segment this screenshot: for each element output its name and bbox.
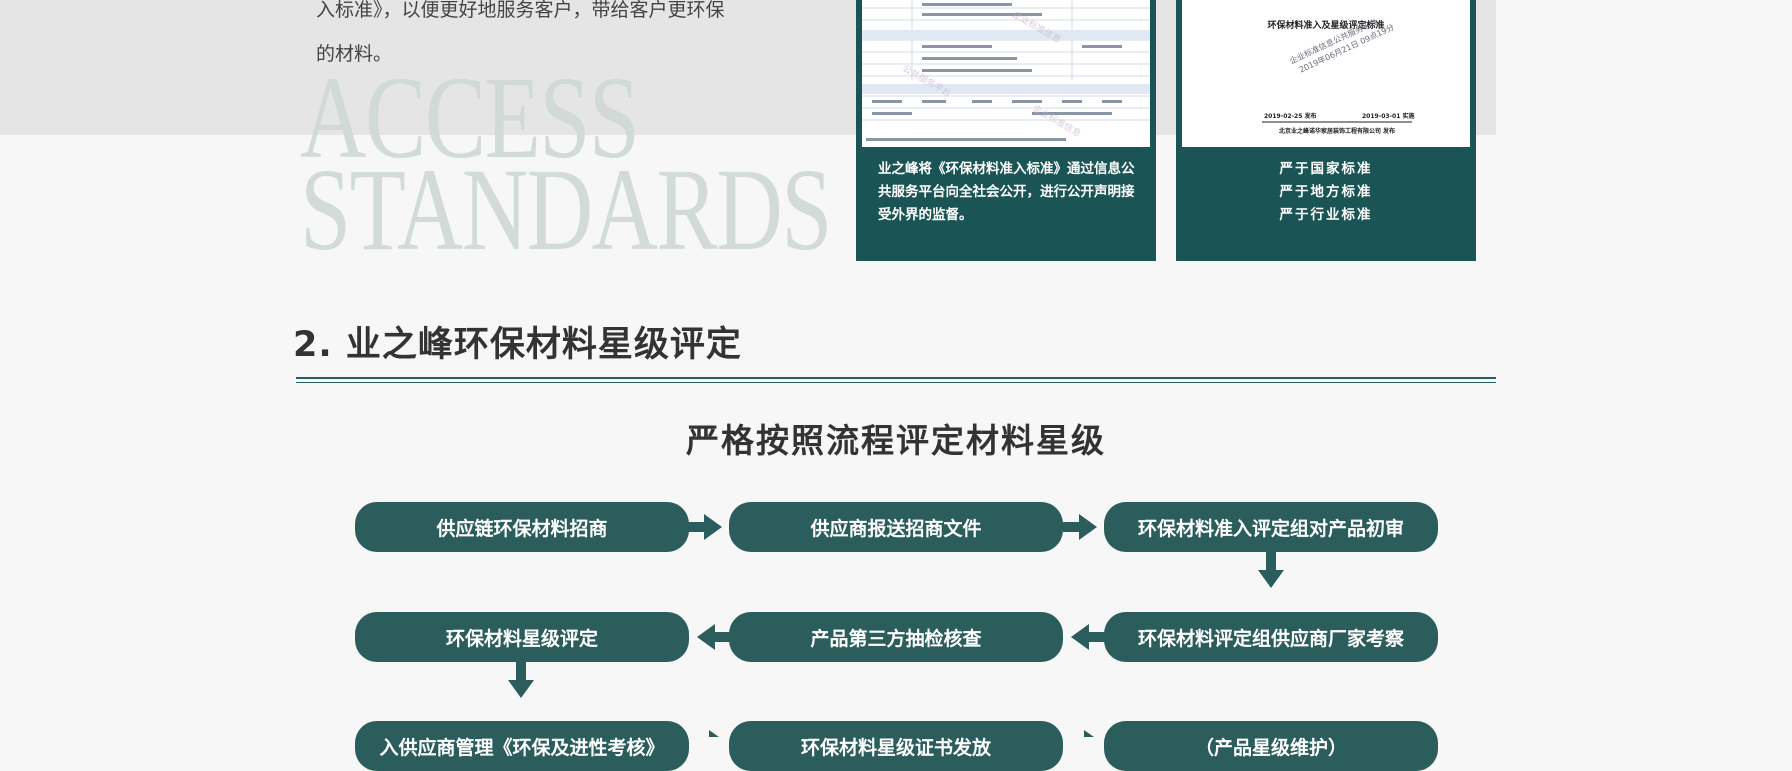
flow-step-star-rating: 环保材料星级评定 (355, 612, 689, 662)
flow-step-supplier-submit-documents: 供应商报送招商文件 (729, 502, 1063, 552)
arrow-left-icon (697, 624, 731, 650)
arrow-right-icon (1084, 730, 1094, 737)
flow-step-certificate-issue: 环保材料星级证书发放 (729, 721, 1063, 771)
flow-step-star-maintenance: （产品星级维护） (1104, 721, 1438, 771)
flow-step-factory-inspection: 环保材料评定组供应商厂家考察 (1104, 612, 1438, 662)
flow-step-supply-chain-recruitment: 供应链环保材料招商 (355, 502, 689, 552)
standard-document-image: 环保材料准入及星级评定标准 企业标准信息公共服务平台 2019年06月21日 0… (1182, 0, 1470, 147)
flow-step-third-party-inspection: 产品第三方抽检核查 (729, 612, 1063, 662)
flow-subtitle: 严格按照流程评定材料星级 (686, 421, 1106, 460)
arrow-right-icon (688, 514, 722, 540)
watermark-line-2: STANDARDS (300, 144, 832, 275)
access-standards-watermark: ACCESS STANDARDS (300, 59, 860, 275)
intro-line-1: 入标准》，以便更好地服务客户，带给客户更环保 (316, 0, 725, 21)
platform-screenshot-image: 企业标准信息 公共服务平台 企业标准信息 (862, 0, 1150, 147)
publicity-caption: 业之峰将《环保材料准入标准》通过信息公共服务平台向全社会公开，进行公开声明接受外… (878, 161, 1135, 223)
arrow-down-icon (508, 662, 534, 698)
arrow-left-icon (1071, 624, 1105, 650)
title-divider-bottom (296, 382, 1496, 383)
arrow-right-icon (709, 730, 719, 737)
standard-line-national: 严于国家标准 (1279, 161, 1373, 177)
arrow-down-icon (1258, 552, 1284, 588)
doc-company: 北京业之峰诺华家居装饰工程有限公司 发布 (1279, 127, 1395, 135)
publicity-card: 企业标准信息 公共服务平台 企业标准信息 业之峰将《环保材料准入标准》通过信息公… (856, 0, 1156, 261)
section-title: 2. 业之峰环保材料星级评定 (293, 325, 742, 365)
arrow-right-icon (1063, 514, 1097, 540)
doc-release-date: 2019-02-25 发布 (1264, 112, 1316, 120)
flow-step-supplier-management: 入供应商管理《环保及进性考核》 (355, 721, 689, 771)
flow-step-preliminary-review: 环保材料准入评定组对产品初审 (1104, 502, 1438, 552)
standard-line-industry: 严于行业标准 (1279, 207, 1373, 223)
standard-line-local: 严于地方标准 (1279, 184, 1373, 200)
standard-card: 环保材料准入及星级评定标准 企业标准信息公共服务平台 2019年06月21日 0… (1176, 0, 1476, 261)
title-divider-top (296, 377, 1496, 379)
doc-effective-date: 2019-03-01 实施 (1362, 112, 1414, 120)
standard-lines: 严于国家标准 严于地方标准 严于行业标准 (1176, 158, 1476, 227)
